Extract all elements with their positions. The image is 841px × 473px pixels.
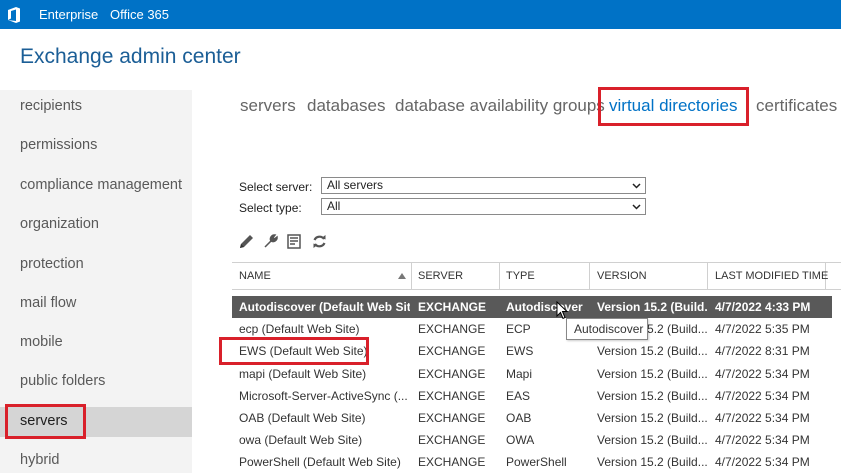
- table-cell: EXCHANGE: [418, 300, 487, 314]
- sort-ascending-icon: [398, 273, 406, 279]
- table-cell: 4/7/2022 5:34 PM: [715, 411, 810, 425]
- table-cell: EXCHANGE: [418, 322, 486, 337]
- table-row[interactable]: Autodiscover (Default Web Site) EXCHANGE A…: [232, 296, 832, 318]
- column-header-version[interactable]: VERSION: [590, 263, 708, 290]
- reset-icon[interactable]: [286, 233, 303, 250]
- mouse-pointer-icon: [556, 301, 569, 320]
- table-cell: Version 15.2 (Build...: [597, 455, 707, 470]
- column-header-type[interactable]: TYPE: [499, 263, 590, 290]
- enterprise-link[interactable]: Enterprise: [39, 7, 98, 22]
- table-cell: Version 15.2 (Build...: [597, 388, 707, 403]
- table-cell: 4/7/2022 5:35 PM: [715, 322, 810, 337]
- table-row[interactable]: Microsoft-Server-ActiveSync (... EXCHANGE…: [232, 385, 832, 407]
- chevron-down-icon: [632, 204, 641, 210]
- table-cell: 4/7/2022 8:31 PM: [715, 344, 810, 359]
- table-cell: OAB (Default Web Site): [239, 411, 366, 425]
- table-row[interactable]: OAB (Default Web Site) EXCHANGE OAB Version…: [232, 407, 832, 429]
- table-cell: 4/7/2022 5:34 PM: [715, 455, 810, 470]
- select-type-value: All: [327, 199, 341, 213]
- nav-item-public-folders[interactable]: public folders: [20, 373, 105, 389]
- nav-item-permissions[interactable]: permissions: [20, 137, 97, 153]
- nav-item-protection[interactable]: protection: [20, 256, 84, 272]
- table-cell: EAS: [506, 388, 531, 403]
- select-type-dropdown[interactable]: All: [321, 198, 646, 215]
- column-name-label: NAME: [239, 270, 271, 282]
- select-type-label: Select type:: [239, 201, 302, 215]
- chevron-down-icon: [632, 183, 641, 189]
- table-cell: Version 15.2 (Build...: [597, 433, 707, 448]
- table-cell: EXCHANGE: [418, 411, 486, 425]
- table-cell: PowerShell: [506, 455, 567, 470]
- table-cell: EXCHANGE: [418, 366, 486, 381]
- table-cell: Version 15.2 (Build...: [597, 300, 707, 314]
- table-cell: 4/7/2022 5:34 PM: [715, 388, 810, 403]
- table-cell: EXCHANGE: [418, 433, 486, 448]
- servers-nav-highlight-box: [5, 404, 86, 439]
- select-server-dropdown[interactable]: All servers: [321, 177, 646, 194]
- tab-certificates[interactable]: certificates: [756, 96, 837, 116]
- table-cell: Version 15.2 (Build...: [597, 411, 707, 425]
- column-header-last-modified[interactable]: LAST MODIFIED TIME: [708, 263, 828, 290]
- table-cell: Version 15.2 (Build...: [597, 366, 707, 381]
- table-row[interactable]: PowerShell (Default Web Site) EXCHANGE Pow…: [232, 451, 832, 473]
- wrench-icon[interactable]: [262, 233, 279, 250]
- select-server-label: Select server:: [239, 180, 313, 194]
- table-cell: 4/7/2022 5:34 PM: [715, 433, 810, 448]
- tooltip: Autodiscover: [566, 318, 648, 340]
- table-cell: OWA: [506, 433, 535, 448]
- nav-item-mail-flow[interactable]: mail flow: [20, 295, 76, 311]
- nav-item-compliance-management[interactable]: compliance management: [20, 177, 182, 193]
- table-cell: Autodiscover (Default Web Site): [239, 300, 410, 314]
- select-server-value: All servers: [327, 178, 384, 192]
- tab-database-availability-groups[interactable]: database availability groups: [395, 96, 605, 116]
- column-header-server[interactable]: SERVER: [411, 263, 500, 290]
- table-cell: OAB: [506, 411, 532, 425]
- table-cell: Version 15.2 (Build...: [597, 344, 707, 359]
- nav-item-recipients[interactable]: recipients: [20, 98, 82, 114]
- edit-icon[interactable]: [238, 233, 255, 250]
- nav-item-organization[interactable]: organization: [20, 216, 99, 232]
- column-header-name[interactable]: NAME: [232, 263, 412, 290]
- refresh-icon[interactable]: [311, 233, 328, 250]
- tab-servers[interactable]: servers: [240, 96, 296, 116]
- nav-item-mobile[interactable]: mobile: [20, 334, 63, 350]
- grid-header: NAME SERVER TYPE VERSION LAST MODIFIED T…: [232, 262, 841, 290]
- virtual-directories-highlight-box: [598, 87, 749, 126]
- tab-databases[interactable]: databases: [307, 96, 385, 116]
- page-title: Exchange admin center: [20, 45, 241, 68]
- office-logo-icon[interactable]: [7, 7, 21, 23]
- ews-row-highlight-box: [219, 337, 369, 365]
- table-cell: Autodiscover: [506, 300, 583, 314]
- table-row[interactable]: mapi (Default Web Site) EXCHANGE Mapi Versi…: [232, 363, 832, 385]
- table-cell: 4/7/2022 5:34 PM: [715, 366, 810, 381]
- virtual-directories-grid: NAME SERVER TYPE VERSION LAST MODIFIED T…: [232, 262, 841, 473]
- table-cell: EWS: [506, 344, 534, 359]
- table-cell: Mapi: [506, 366, 533, 381]
- office365-link[interactable]: Office 365: [110, 7, 169, 22]
- table-cell: 4/7/2022 4:33 PM: [715, 300, 811, 314]
- table-cell: owa (Default Web Site): [239, 433, 363, 448]
- table-row[interactable]: owa (Default Web Site) EXCHANGE OWA Version…: [232, 429, 832, 451]
- table-cell: mapi (Default Web Site): [239, 366, 367, 381]
- table-cell: EXCHANGE: [418, 455, 486, 470]
- table-cell: PowerShell (Default Web Site): [239, 455, 401, 470]
- top-bar: Enterprise Office 365: [0, 0, 841, 29]
- nav-item-hybrid[interactable]: hybrid: [20, 452, 60, 468]
- table-cell: EXCHANGE: [418, 388, 486, 403]
- table-cell: Microsoft-Server-ActiveSync (...: [239, 388, 408, 403]
- table-cell: EXCHANGE: [418, 344, 486, 359]
